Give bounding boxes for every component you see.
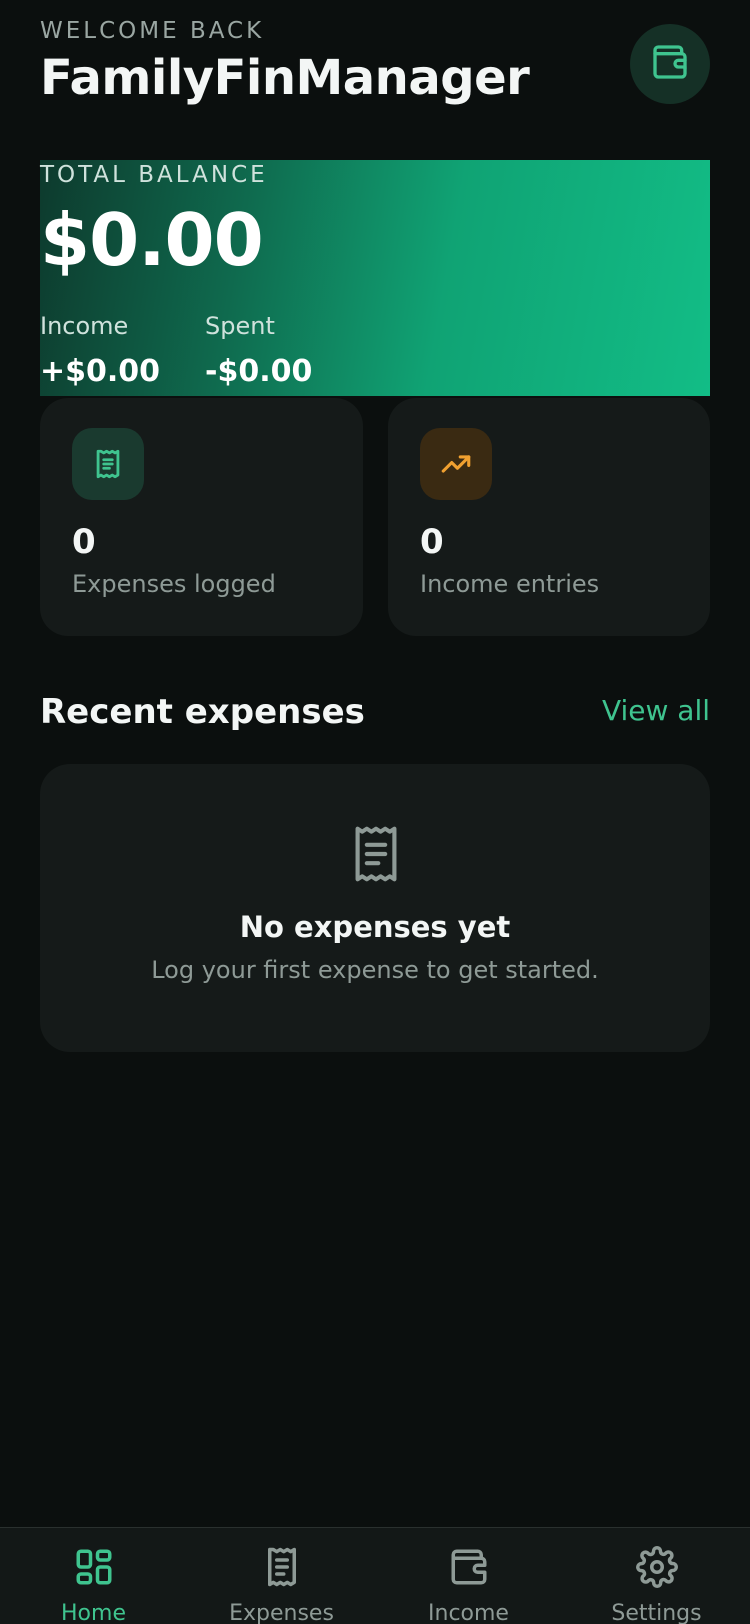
bottom-nav: Home Expenses Income Settings [0, 1527, 750, 1624]
home-screen: WELCOME BACK FamilyFinManager TOTAL BALA… [0, 0, 750, 1624]
empty-state-title: No expenses yet [239, 910, 511, 944]
receipt-icon [72, 428, 144, 500]
wallet-icon [448, 1546, 490, 1592]
total-balance-label: TOTAL BALANCE [40, 162, 268, 188]
total-balance-value: $0.00 [40, 198, 264, 282]
nav-label-home: Home [61, 1601, 126, 1624]
welcome-label: WELCOME BACK [40, 18, 265, 44]
income-label: Income [40, 312, 129, 340]
nav-label-expenses: Expenses [229, 1601, 334, 1624]
income-count-label: Income entries [420, 570, 600, 598]
spent-value: -$0.00 [205, 354, 313, 389]
empty-state-subtitle: Log your first expense to get started. [151, 956, 599, 984]
app-title: FamilyFinManager [40, 50, 530, 106]
wallet-icon [650, 42, 690, 86]
expenses-count: 0 [72, 522, 96, 562]
recent-expenses-title: Recent expenses [40, 692, 365, 732]
receipt-icon [261, 1546, 303, 1592]
empty-state-card: No expenses yet Log your first expense t… [40, 764, 710, 1052]
expenses-count-label: Expenses logged [72, 570, 276, 598]
nav-label-income: Income [428, 1601, 509, 1624]
balance-card: TOTAL BALANCE $0.00 Income +$0.00 Spent … [40, 160, 710, 396]
trending-up-icon [420, 428, 492, 500]
grid-icon [73, 1546, 115, 1592]
income-value: +$0.00 [40, 354, 161, 389]
receipt-icon [353, 826, 399, 886]
nav-item-home[interactable]: Home [0, 1528, 187, 1624]
nav-label-settings: Settings [611, 1601, 702, 1624]
expenses-stat-card[interactable]: 0 Expenses logged [40, 398, 363, 636]
wallet-button[interactable] [630, 24, 710, 104]
spent-label: Spent [205, 312, 275, 340]
nav-item-expenses[interactable]: Expenses [188, 1528, 375, 1624]
income-count: 0 [420, 522, 444, 562]
nav-item-settings[interactable]: Settings [563, 1528, 750, 1624]
nav-item-income[interactable]: Income [375, 1528, 562, 1624]
gear-icon [635, 1546, 678, 1592]
view-all-link[interactable]: View all [602, 694, 710, 727]
income-stat-card[interactable]: 0 Income entries [388, 398, 710, 636]
